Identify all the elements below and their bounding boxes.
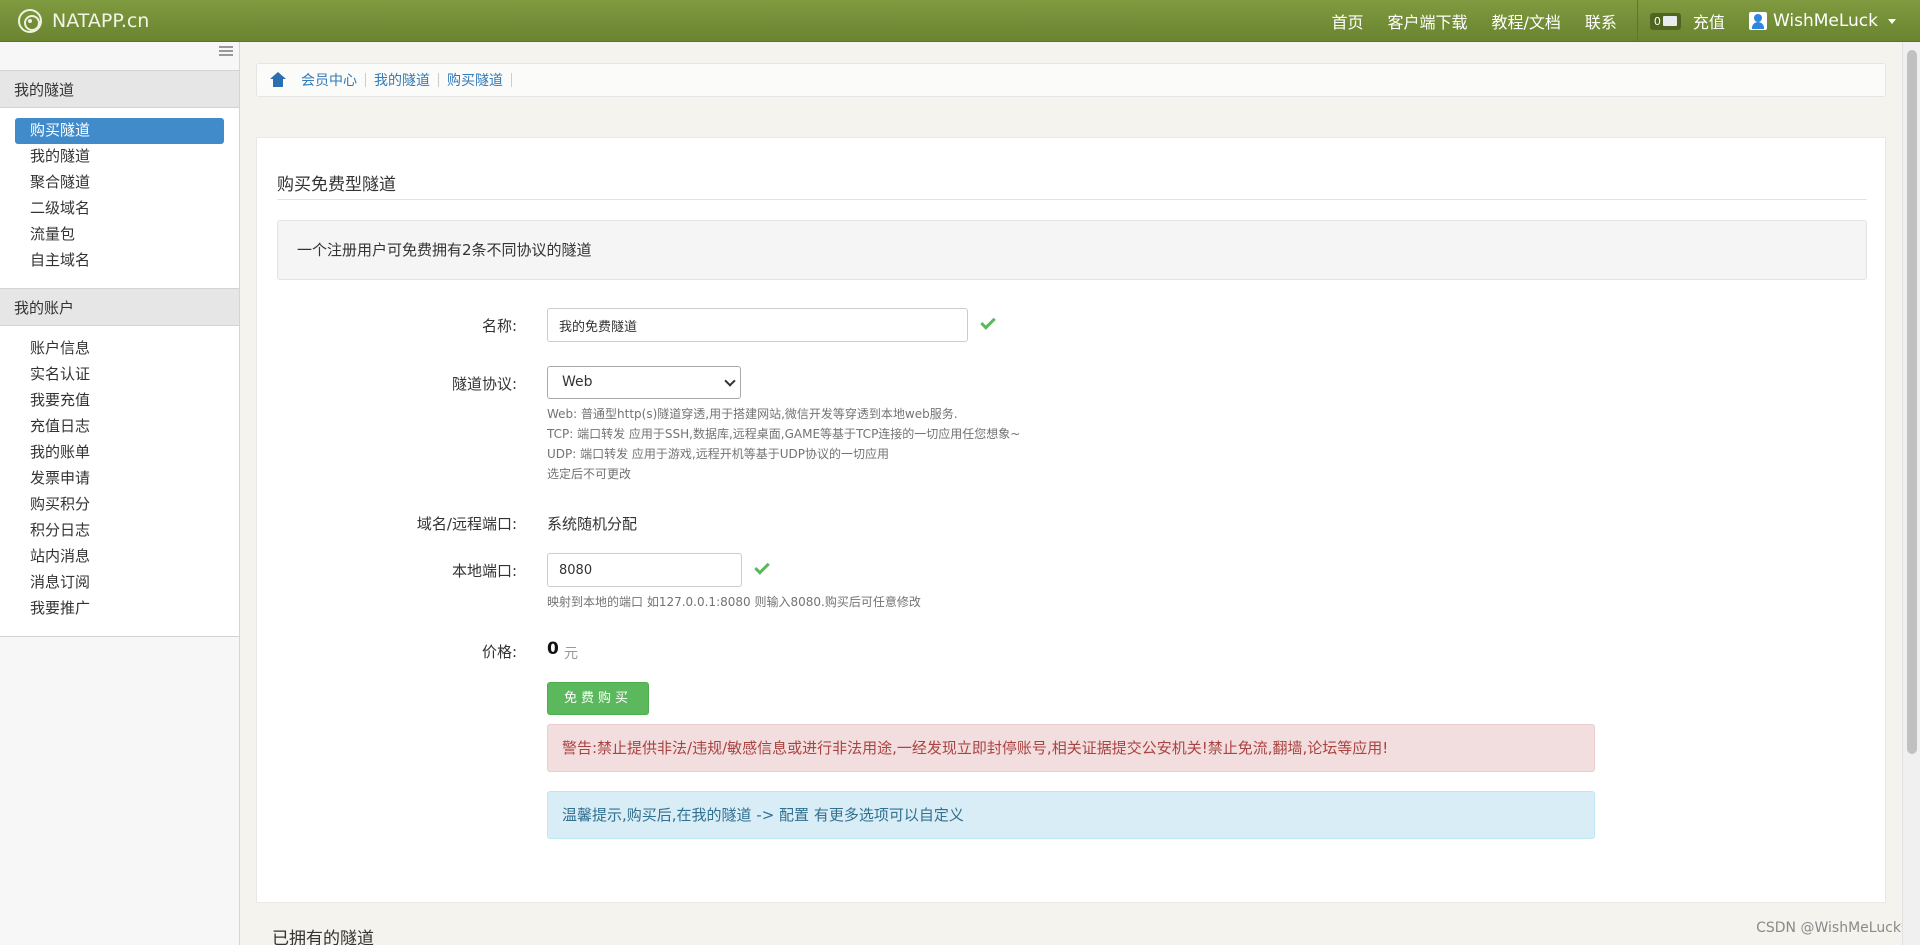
local-port-input[interactable] [547, 553, 742, 587]
free-tunnel-notice: 一个注册用户可免费拥有2条不同协议的隧道 [277, 220, 1867, 280]
name-input[interactable] [547, 308, 968, 342]
breadcrumb-divider [511, 73, 512, 87]
sidebar-item-invoice[interactable]: 发票申请 [15, 466, 224, 492]
sidebar-item-subdomain[interactable]: 二级域名 [15, 196, 224, 222]
breadcrumb-divider [365, 73, 366, 87]
breadcrumb-buy-tunnel[interactable]: 购买隧道 [447, 70, 503, 90]
sidebar-section-tunnels: 我的隧道 [0, 70, 239, 108]
sidebar-item-traffic-pack[interactable]: 流量包 [15, 222, 224, 248]
page-title: 购买免费型隧道 [277, 175, 396, 195]
sidebar-item-real-name[interactable]: 实名认证 [15, 362, 224, 388]
top-navbar: NATAPP.cn 首页 客户端下载 教程/文档 联系 0 充值 WishMeL… [0, 0, 1920, 42]
sidebar-item-my-tunnels[interactable]: 我的隧道 [15, 144, 224, 170]
sidebar-section-account: 我的账户 [0, 288, 239, 326]
sidebar-item-aggregate-tunnels[interactable]: 聚合隧道 [15, 170, 224, 196]
csdn-watermark: CSDN @WishMeLuck* [1756, 920, 1908, 936]
message-badge[interactable]: 0 [1649, 12, 1681, 30]
price-unit: 元 [564, 646, 578, 662]
sidebar-item-buy-points[interactable]: 购买积分 [15, 492, 224, 518]
nav-link-download[interactable]: 客户端下载 [1375, 9, 1479, 33]
title-divider [277, 199, 1867, 200]
local-port-help: 映射到本地的端口 如127.0.0.1:8080 则输入8080.购买后可任意修… [547, 595, 921, 609]
user-menu[interactable]: WishMeLuck [1737, 11, 1920, 31]
caret-down-icon [1888, 18, 1896, 24]
username: WishMeLuck [1772, 11, 1878, 31]
nav-link-recharge[interactable]: 充值 [1681, 9, 1737, 33]
protocol-selected-value: Web [562, 374, 593, 390]
brand[interactable]: NATAPP.cn [18, 0, 149, 42]
sidebar-item-my-bills[interactable]: 我的账单 [15, 440, 224, 466]
sidebar-item-recharge-log[interactable]: 充值日志 [15, 414, 224, 440]
sidebar-item-custom-domain[interactable]: 自主域名 [15, 248, 224, 274]
sidebar-item-points-log[interactable]: 积分日志 [15, 518, 224, 544]
sidebar-item-subscriptions[interactable]: 消息订阅 [15, 570, 224, 596]
warning-alert: 警告:禁止提供非法/违规/敏感信息或进行非法用途,一经发现立即封停账号,相关证据… [547, 724, 1595, 772]
sidebar-item-recharge[interactable]: 我要充值 [15, 388, 224, 414]
protocol-select[interactable]: Web [547, 366, 741, 399]
free-buy-button[interactable]: 免费购买 [547, 682, 649, 715]
page-scrollbar[interactable] [1902, 42, 1920, 945]
nav-link-docs[interactable]: 教程/文档 [1480, 9, 1573, 33]
sidebar-account-list: 账户信息 实名认证 我要充值 充值日志 我的账单 发票申请 购买积分 积分日志 … [0, 326, 239, 637]
name-valid-check-icon [980, 314, 996, 330]
protocol-label: 隧道协议: [451, 375, 517, 393]
nav-link-contact[interactable]: 联系 [1573, 9, 1629, 33]
nav-divider [1636, 0, 1638, 42]
user-icon [1748, 12, 1767, 30]
buy-tunnel-panel: 购买免费型隧道 一个注册用户可免费拥有2条不同协议的隧道 名称: 隧道协议: W… [256, 137, 1886, 903]
breadcrumb: 会员中心 我的隧道 购买隧道 [256, 63, 1886, 97]
home-icon[interactable] [269, 72, 287, 88]
breadcrumb-divider [438, 73, 439, 87]
sidebar-top [0, 42, 239, 70]
owned-tunnels-title: 已拥有的隧道 [272, 929, 374, 945]
scrollbar-thumb[interactable] [1907, 50, 1917, 754]
breadcrumb-member-center[interactable]: 会员中心 [301, 70, 357, 90]
port-valid-check-icon [754, 559, 770, 575]
protocol-help-web: Web: 普通型http(s)隧道穿透,用于搭建网站,微信开发等穿透到本地web… [547, 407, 958, 421]
domain-value: 系统随机分配 [547, 515, 638, 533]
sidebar-item-account-info[interactable]: 账户信息 [15, 336, 224, 362]
envelope-icon [1662, 16, 1677, 26]
sidebar: 我的隧道 购买隧道 我的隧道 聚合隧道 二级域名 流量包 自主域名 我的账户 账… [0, 42, 240, 945]
name-label: 名称: [481, 317, 517, 335]
sidebar-item-buy-tunnel[interactable]: 购买隧道 [15, 118, 224, 144]
natapp-logo-icon [18, 9, 42, 33]
message-count: 0 [1653, 14, 1661, 28]
brand-name: NATAPP.cn [52, 10, 150, 32]
price-label: 价格: [481, 643, 517, 661]
nav-right: 首页 客户端下载 教程/文档 联系 0 充值 WishMeLuck [1319, 0, 1920, 42]
domain-label: 域名/远程端口: [416, 515, 517, 533]
sidebar-collapse-icon[interactable] [219, 46, 233, 56]
local-port-label: 本地端口: [451, 562, 517, 580]
chevron-down-icon [724, 375, 736, 387]
breadcrumb-my-tunnels[interactable]: 我的隧道 [374, 70, 430, 90]
sidebar-item-referral[interactable]: 我要推广 [15, 596, 224, 622]
protocol-help-udp: UDP: 端口转发 应用于游戏,远程开机等基于UDP协议的一切应用 [547, 447, 890, 461]
price-value: 0 [547, 639, 559, 659]
nav-link-home[interactable]: 首页 [1319, 9, 1375, 33]
protocol-help-note: 选定后不可更改 [547, 467, 632, 481]
protocol-help-tcp: TCP: 端口转发 应用于SSH,数据库,远程桌面,GAME等基于TCP连接的一… [547, 427, 1021, 441]
sidebar-tunnel-list: 购买隧道 我的隧道 聚合隧道 二级域名 流量包 自主域名 [0, 108, 239, 288]
sidebar-item-messages[interactable]: 站内消息 [15, 544, 224, 570]
tip-alert: 温馨提示,购买后,在我的隧道 -> 配置 有更多选项可以自定义 [547, 791, 1595, 839]
